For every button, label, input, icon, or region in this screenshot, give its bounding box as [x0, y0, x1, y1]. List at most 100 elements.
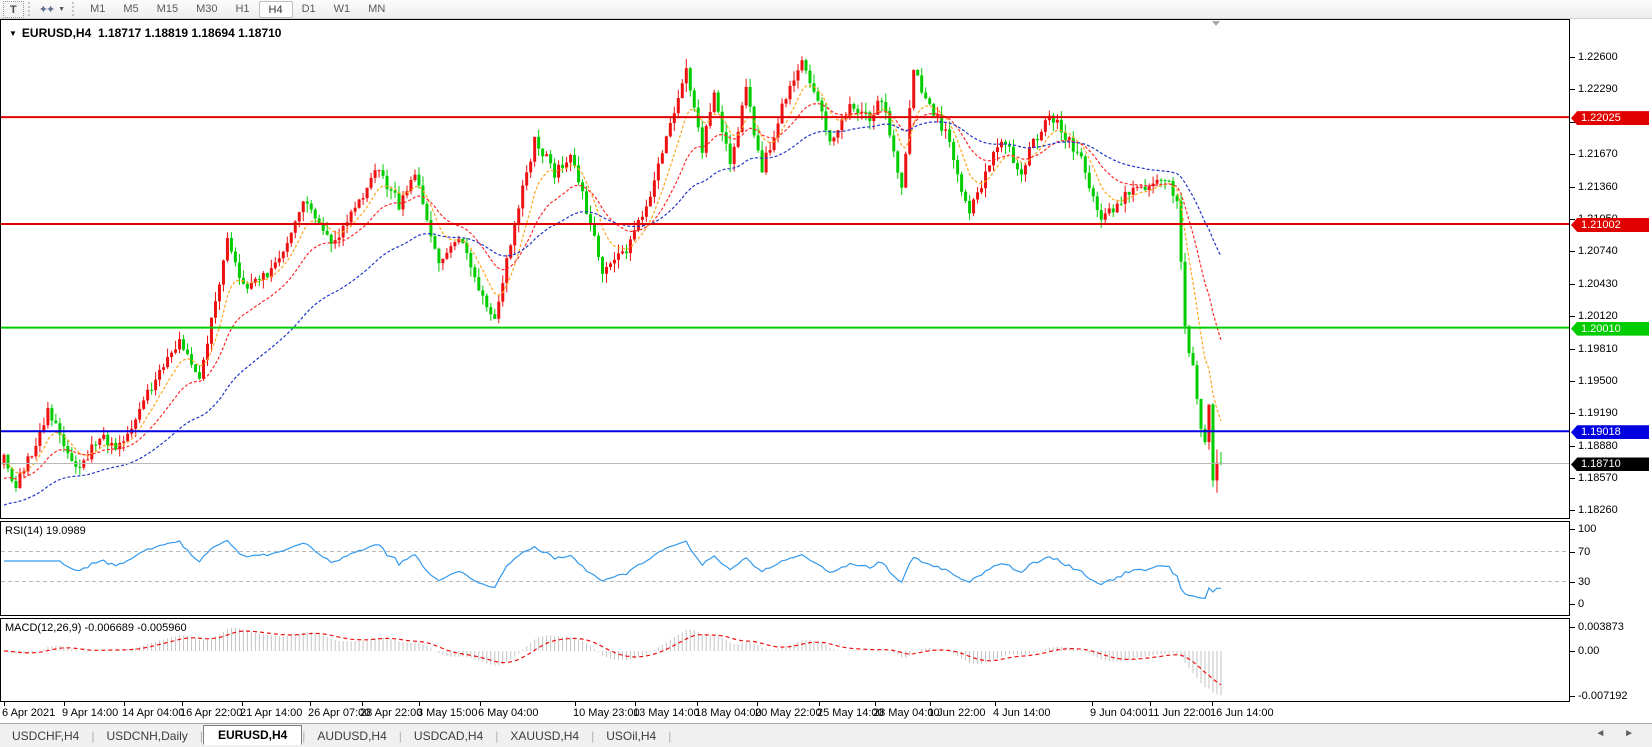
timeframe-button-m5[interactable]: M5 — [114, 1, 147, 18]
axis-tick — [1570, 251, 1575, 252]
time-axis-label: 28 Apr 22:00 — [360, 707, 422, 719]
axis-tick-label: 1.18260 — [1578, 504, 1618, 516]
time-axis-tick — [310, 702, 311, 706]
macd-chart[interactable] — [1, 619, 1569, 701]
axis-tick — [1570, 316, 1575, 317]
shapes-tool-icon[interactable]: ✦✦ — [37, 3, 55, 16]
timeframe-button-m30[interactable]: M30 — [187, 1, 226, 18]
time-axis-tick — [1212, 702, 1213, 706]
axis-tick-label: 100 — [1578, 523, 1596, 535]
chart-tab-usoil[interactable]: USOil,H4 — [594, 727, 668, 745]
axis-tick-label: 1.19190 — [1578, 407, 1618, 419]
rsi-label: RSI(14) 19.0989 — [5, 525, 86, 537]
axis-tick — [1570, 696, 1575, 697]
axis-tick — [1570, 478, 1575, 479]
timeframe-button-h4[interactable]: H4 — [259, 1, 293, 18]
candlestick-chart[interactable] — [1, 20, 1569, 518]
time-axis-tick — [1150, 702, 1151, 706]
axis-tick-label: 0.00 — [1578, 645, 1599, 657]
time-axis-label: 9 Apr 14:00 — [62, 707, 118, 719]
tab-scroll-arrows[interactable]: ◄ ► — [1595, 728, 1642, 739]
axis-tick-label: 1.21360 — [1578, 181, 1618, 193]
time-axis-label: 1 Jun 22:00 — [928, 707, 986, 719]
time-axis-tick — [4, 702, 5, 706]
chart-tab-usdchf[interactable]: USDCHF,H4 — [0, 727, 91, 745]
time-axis-label: 4 Jun 14:00 — [993, 707, 1051, 719]
axis-tick-label: 1.18570 — [1578, 472, 1618, 484]
macd-label: MACD(12,26,9) -0.006689 -0.005960 — [5, 622, 187, 634]
rsi-chart[interactable] — [1, 522, 1569, 615]
collapse-triangle-icon[interactable]: ▼ — [9, 29, 17, 38]
chart-tab-usdcnh[interactable]: USDCNH,Daily — [94, 727, 199, 745]
price-tag: 1.19018 — [1571, 425, 1649, 439]
axis-tick-label: 1.18880 — [1578, 440, 1618, 452]
axis-tick — [1570, 154, 1575, 155]
timeframe-button-m15[interactable]: M15 — [148, 1, 187, 18]
axis-tick — [1570, 413, 1575, 414]
axis-tick-label: 0 — [1578, 598, 1584, 610]
price-tag: 1.20010 — [1571, 322, 1649, 336]
time-axis-label: 6 May 04:00 — [478, 707, 539, 719]
time-axis-tick — [362, 702, 363, 706]
timeframe-button-d1[interactable]: D1 — [293, 1, 325, 18]
axis-tick-label: 1.22290 — [1578, 83, 1618, 95]
time-axis-tick — [995, 702, 996, 706]
time-axis-label: 20 May 22:00 — [755, 707, 822, 719]
time-axis-label: 16 Apr 22:00 — [180, 707, 242, 719]
time-axis-tick — [875, 702, 876, 706]
axis-tick — [1570, 627, 1575, 628]
chart-tab-eurusd[interactable]: EURUSD,H4 — [203, 725, 302, 745]
text-tool-button[interactable]: T — [3, 1, 24, 18]
timeframe-button-group: M1M5M15M30H1H4D1W1MN — [81, 1, 394, 18]
time-axis-label: 21 Apr 14:00 — [240, 707, 302, 719]
time-axis-tick — [182, 702, 183, 706]
axis-tick-label: 0.003873 — [1578, 621, 1624, 633]
axis-tick — [1570, 284, 1575, 285]
chart-tab-audusd[interactable]: AUDUSD,H4 — [305, 727, 398, 745]
axis-tick — [1570, 187, 1575, 188]
time-axis-label: 16 Jun 14:00 — [1210, 707, 1274, 719]
timeframe-button-mn[interactable]: MN — [359, 1, 394, 18]
chart-tab-xauusd[interactable]: XAUUSD,H4 — [498, 727, 591, 745]
axis-tick-label: 70 — [1578, 546, 1590, 558]
time-axis: 6 Apr 20219 Apr 14:0014 Apr 04:0016 Apr … — [0, 702, 1652, 723]
main-chart-panel[interactable]: ▼EURUSD,H4 1.18717 1.18819 1.18694 1.187… — [0, 19, 1570, 519]
mt4-window: T ✦✦ ▼ M1M5M15M30H1H4D1W1MN ▼EURUSD,H4 1… — [0, 0, 1652, 747]
axis-tick — [1570, 381, 1575, 382]
axis-tick — [1570, 89, 1575, 90]
axis-tick-label: 30 — [1578, 576, 1590, 588]
axis-tick-label: 1.20430 — [1578, 278, 1618, 290]
time-axis-tick — [242, 702, 243, 706]
macd-axis: 0.003873 0.00 -0.007192 — [1570, 618, 1652, 702]
timeframe-button-m1[interactable]: M1 — [81, 1, 114, 18]
price-axis: 1.226001.222901.219801.216701.213601.210… — [1570, 19, 1652, 519]
tab-separator: | — [668, 729, 671, 743]
macd-panel[interactable]: MACD(12,26,9) -0.006689 -0.005960 — [0, 618, 1570, 702]
axis-tick — [1570, 122, 1575, 123]
price-tag: 1.21002 — [1571, 218, 1649, 232]
rsi-panel[interactable]: RSI(14) 19.0989 — [0, 521, 1570, 616]
axis-tick-label: 1.19500 — [1578, 375, 1618, 387]
axis-tick-label: 1.20740 — [1578, 245, 1618, 257]
time-axis-tick — [819, 702, 820, 706]
time-axis-label: 14 Apr 04:00 — [122, 707, 184, 719]
toolbar-grip — [28, 2, 33, 16]
time-axis-tick — [1092, 702, 1093, 706]
time-axis-tick — [419, 702, 420, 706]
chart-tab-usdcad[interactable]: USDCAD,H4 — [402, 727, 495, 745]
axis-tick-label: 1.21670 — [1578, 148, 1618, 160]
time-axis-tick — [480, 702, 481, 706]
chevron-down-icon[interactable]: ▼ — [55, 6, 68, 13]
axis-tick — [1570, 582, 1575, 583]
time-axis-tick — [635, 702, 636, 706]
chart-shift-marker[interactable] — [1212, 21, 1220, 26]
time-axis-label: 13 May 14:00 — [633, 707, 700, 719]
axis-tick-label: 1.22600 — [1578, 51, 1618, 63]
axis-tick — [1570, 219, 1575, 220]
time-axis-label: 3 May 15:00 — [417, 707, 478, 719]
timeframe-button-h1[interactable]: H1 — [226, 1, 258, 18]
time-axis-tick — [64, 702, 65, 706]
timeframe-button-w1[interactable]: W1 — [325, 1, 360, 18]
axis-tick — [1570, 446, 1575, 447]
axis-tick-label: -0.007192 — [1578, 690, 1628, 702]
